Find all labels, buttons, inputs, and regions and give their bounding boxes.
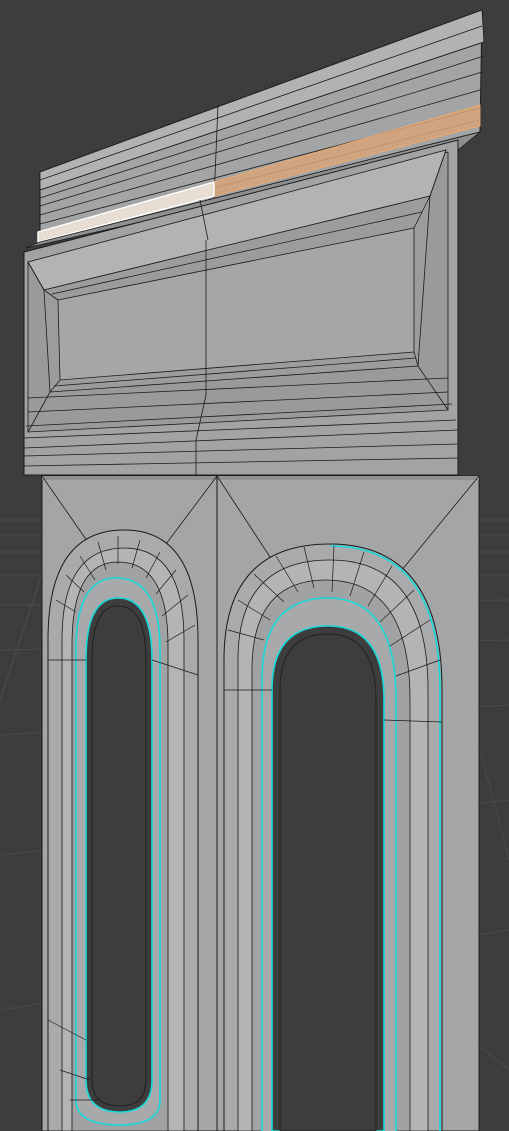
viewport-canvas[interactable]: [0, 0, 509, 1131]
left-arch-opening[interactable]: [47, 529, 199, 1131]
3d-viewport[interactable]: [0, 0, 509, 1131]
right-arch-opening[interactable]: [223, 543, 443, 1131]
